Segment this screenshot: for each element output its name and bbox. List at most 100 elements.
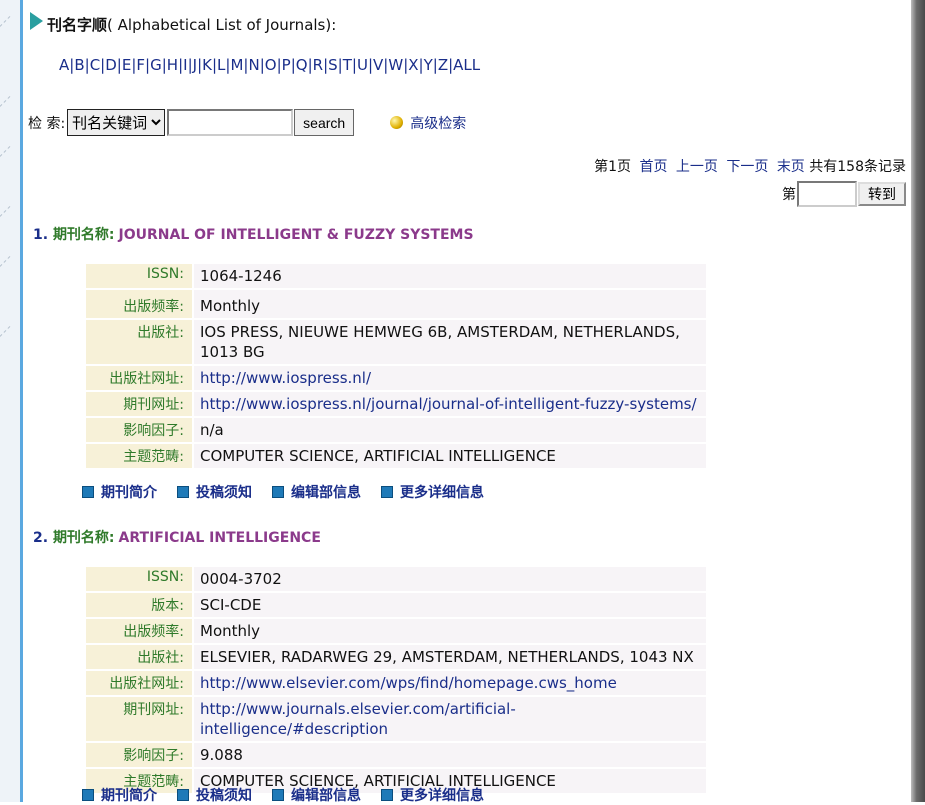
journal-info-table-2: ISSN: 0004-3702 版本: SCI-CDE 出版频率: Monthly 出…: [84, 565, 708, 795]
alphabet-link-a[interactable]: A: [59, 56, 69, 74]
heading-subtitle: ( Alphabetical List of Journals):: [107, 15, 337, 34]
alphabet-link-g[interactable]: G: [150, 56, 162, 74]
subject-value: COMPUTER SCIENCE, ARTIFICIAL INTELLIGENC…: [194, 444, 706, 468]
info-row-impact: 影响因子: 9.088: [86, 743, 706, 767]
journal-name[interactable]: JOURNAL OF INTELLIGENT & FUZZY SYSTEMS: [119, 227, 474, 243]
search-button[interactable]: search: [294, 109, 355, 136]
journal-actions-2: 期刊简介 投稿须知 编辑部信息 更多详细信息: [82, 785, 504, 805]
journal-url-link[interactable]: http://www.journals.elsevier.com/artific…: [194, 697, 706, 741]
alphabet-link-w[interactable]: W: [388, 56, 403, 74]
alphabet-link-z[interactable]: Z: [438, 56, 448, 74]
submission-guide-link[interactable]: 投稿须知: [177, 482, 252, 502]
goto-button[interactable]: 转到: [858, 182, 906, 206]
publisher-url-link[interactable]: http://www.iospress.nl/: [194, 366, 706, 390]
journal-url-label: 期刊网址:: [86, 697, 192, 741]
more-details-link[interactable]: 更多详细信息: [381, 785, 484, 805]
alphabet-link-y[interactable]: Y: [424, 56, 433, 74]
submission-guide-link[interactable]: 投稿须知: [177, 785, 252, 805]
advanced-search-label: 高级检索: [410, 115, 467, 132]
alphabet-link-f[interactable]: F: [136, 56, 145, 74]
action-label: 期刊简介: [101, 485, 157, 501]
left-decoration: [0, 0, 25, 802]
info-row-journal-url: 期刊网址: http://www.journals.elsevier.com/ar…: [86, 697, 706, 741]
issn-value: 0004-3702: [194, 567, 706, 591]
editorial-info-link[interactable]: 编辑部信息: [272, 785, 361, 805]
info-row-issn: ISSN: 1064-1246: [86, 264, 706, 288]
journal-name[interactable]: ARTIFICIAL INTELLIGENCE: [119, 530, 321, 546]
frequency-value: Monthly: [194, 290, 706, 318]
square-bullet-icon: [82, 486, 94, 498]
journal-url-label: 期刊网址:: [86, 392, 192, 416]
alphabet-link-u[interactable]: U: [357, 56, 368, 74]
action-label: 编辑部信息: [291, 788, 361, 804]
arrow-icon: [30, 11, 43, 30]
journal-url-link[interactable]: http://www.iospress.nl/journal/journal-o…: [194, 392, 706, 416]
info-row-publisher: 出版社: IOS PRESS, NIEUWE HEMWEG 6B, AMSTERD…: [86, 320, 706, 364]
editorial-info-link[interactable]: 编辑部信息: [272, 482, 361, 502]
alphabet-link-d[interactable]: D: [105, 56, 117, 74]
alphabet-link-e[interactable]: E: [122, 56, 131, 74]
title-label: 期刊名称:: [52, 530, 115, 546]
right-border: [911, 0, 925, 802]
search-field-select[interactable]: 刊名关键词: [67, 109, 166, 136]
frequency-label: 出版频率:: [86, 619, 192, 643]
square-bullet-icon: [272, 789, 284, 801]
info-row-publisher-url: 出版社网址: http://www.iospress.nl/: [86, 366, 706, 390]
advanced-search-link[interactable]: 高级检索: [390, 113, 466, 133]
search-bar: 检 索: 刊名关键词 search 高级检索: [28, 109, 466, 136]
square-bullet-icon: [177, 789, 189, 801]
main-content: 刊名字顺 ( Alphabetical List of Journals): A…: [24, 0, 910, 805]
bulb-icon: [390, 116, 404, 129]
alphabet-link-n[interactable]: N: [248, 56, 259, 74]
pagination: 第1页 首页 上一页 下一页 末页 共有158条记录 第 转到: [594, 156, 906, 207]
current-page: 第1页: [594, 159, 631, 175]
subject-label: 主题范畴:: [86, 444, 192, 468]
alphabet-link-b[interactable]: B: [74, 56, 84, 74]
info-row-journal-url: 期刊网址: http://www.iospress.nl/journal/jour…: [86, 392, 706, 416]
action-label: 编辑部信息: [291, 485, 361, 501]
alphabet-link-v[interactable]: V: [373, 56, 383, 74]
publisher-url-label: 出版社网址:: [86, 366, 192, 390]
prev-page-link[interactable]: 上一页: [676, 159, 718, 175]
alphabet-link-p[interactable]: P: [282, 56, 291, 74]
alphabet-link-r[interactable]: R: [313, 56, 323, 74]
journal-intro-link[interactable]: 期刊简介: [82, 785, 157, 805]
info-row-frequency: 出版频率: Monthly: [86, 290, 706, 318]
alphabet-link-t[interactable]: T: [343, 56, 352, 74]
publisher-label: 出版社:: [86, 645, 192, 669]
info-row-subject: 主题范畴: COMPUTER SCIENCE, ARTIFICIAL INTELL…: [86, 444, 706, 468]
publisher-value: ELSEVIER, RADARWEG 29, AMSTERDAM, NETHER…: [194, 645, 706, 669]
alphabet-link-all[interactable]: ALL: [453, 56, 480, 74]
impact-label: 影响因子:: [86, 418, 192, 442]
info-row-edition: 版本: SCI-CDE: [86, 593, 706, 617]
alphabet-link-h[interactable]: H: [167, 56, 178, 74]
action-label: 投稿须知: [196, 788, 252, 804]
entry-number: 1.: [33, 227, 49, 243]
issn-label: ISSN:: [86, 264, 192, 288]
next-page-link[interactable]: 下一页: [726, 159, 768, 175]
publisher-label: 出版社:: [86, 320, 192, 364]
action-label: 期刊简介: [101, 788, 157, 804]
alphabet-link-c[interactable]: C: [90, 56, 100, 74]
goto-page-input[interactable]: [797, 181, 857, 207]
journal-info-table-1: ISSN: 1064-1246 出版频率: Monthly 出版社: IOS PRES…: [84, 262, 708, 470]
journal-title-1: 1. 期刊名称: JOURNAL OF INTELLIGENT & FUZZY S…: [33, 224, 474, 244]
square-bullet-icon: [177, 486, 189, 498]
total-records: 共有158条记录: [809, 159, 906, 175]
alphabet-link-k[interactable]: K: [202, 56, 212, 74]
journal-intro-link[interactable]: 期刊简介: [82, 482, 157, 502]
last-page-link[interactable]: 末页: [777, 159, 805, 175]
alphabetical-heading: 刊名字顺 ( Alphabetical List of Journals):: [30, 11, 337, 35]
first-page-link[interactable]: 首页: [639, 159, 667, 175]
alphabet-link-s[interactable]: S: [328, 56, 338, 74]
alphabet-link-m[interactable]: M: [230, 56, 243, 74]
heading-bold: 刊名字顺: [47, 16, 108, 34]
search-input[interactable]: [167, 109, 294, 136]
more-details-link[interactable]: 更多详细信息: [381, 482, 484, 502]
square-bullet-icon: [381, 789, 393, 801]
publisher-url-link[interactable]: http://www.elsevier.com/wps/find/homepag…: [194, 671, 706, 695]
edition-label: 版本:: [86, 593, 192, 617]
alphabet-link-q[interactable]: Q: [296, 56, 308, 74]
alphabet-link-x[interactable]: X: [408, 56, 418, 74]
alphabet-link-o[interactable]: O: [265, 56, 277, 74]
